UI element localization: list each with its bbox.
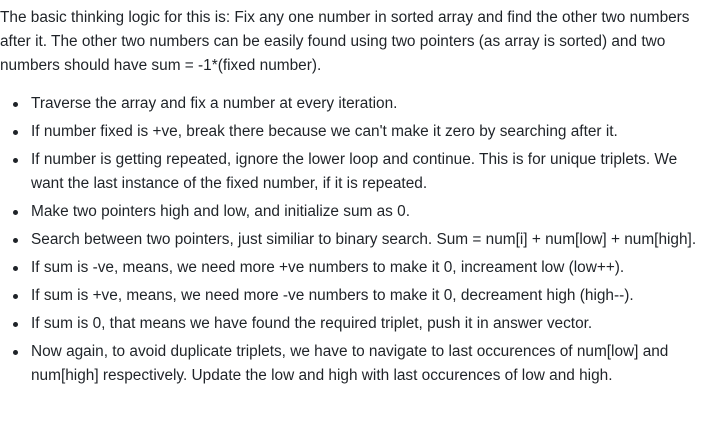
list-item-text: If number fixed is +ve, break there beca… (31, 123, 618, 140)
list-item: Make two pointers high and low, and init… (0, 200, 704, 224)
list-item: Now again, to avoid duplicate triplets, … (0, 340, 704, 388)
steps-list: Traverse the array and fix a number at e… (0, 92, 704, 388)
bullet-icon (13, 322, 18, 327)
bullet-icon (13, 350, 18, 355)
bullet-icon (13, 294, 18, 299)
list-item: If sum is +ve, means, we need more -ve n… (0, 284, 704, 308)
bullet-icon (13, 158, 18, 163)
bullet-icon (13, 266, 18, 271)
list-item: If sum is -ve, means, we need more +ve n… (0, 256, 704, 280)
list-item-text: If sum is -ve, means, we need more +ve n… (31, 259, 625, 276)
list-item-text: If sum is 0, that means we have found th… (31, 315, 593, 332)
list-item-text: If number is getting repeated, ignore th… (31, 151, 678, 192)
list-item: If number is getting repeated, ignore th… (0, 148, 704, 196)
list-item-text: Make two pointers high and low, and init… (31, 203, 410, 220)
list-item-text: Traverse the array and fix a number at e… (31, 95, 398, 112)
bullet-icon (13, 102, 18, 107)
list-item-text: If sum is +ve, means, we need more -ve n… (31, 287, 634, 304)
list-item: Search between two pointers, just simili… (0, 228, 704, 252)
list-item: If number fixed is +ve, break there beca… (0, 120, 704, 144)
bullet-icon (13, 238, 18, 243)
bullet-icon (13, 130, 18, 135)
intro-paragraph: The basic thinking logic for this is: Fi… (0, 9, 690, 74)
list-item: If sum is 0, that means we have found th… (0, 312, 704, 336)
list-item: Traverse the array and fix a number at e… (0, 92, 704, 116)
bullet-icon (13, 210, 18, 215)
list-item-text: Now again, to avoid duplicate triplets, … (31, 343, 669, 384)
document-body: The basic thinking logic for this is: Fi… (0, 0, 704, 388)
list-item-text: Search between two pointers, just simili… (31, 231, 697, 248)
